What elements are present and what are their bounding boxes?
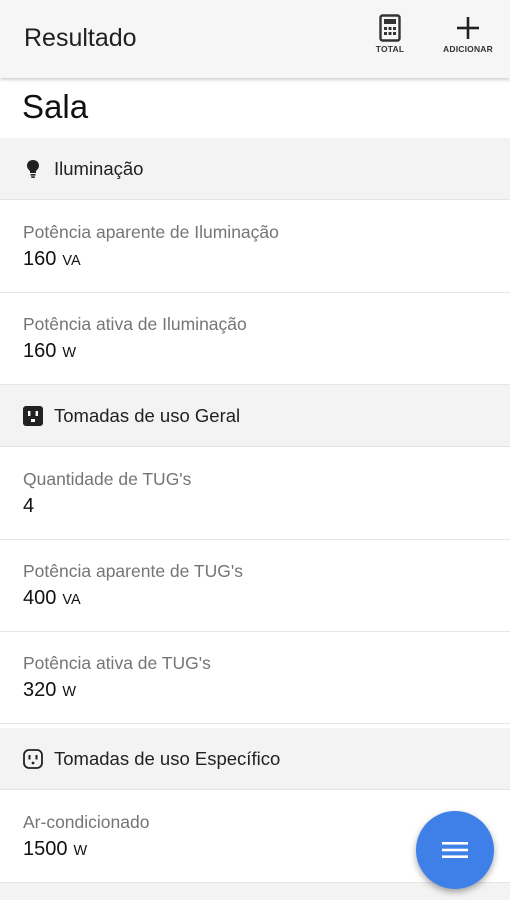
app-bar: Resultado TOTAL ADICIONAR (0, 0, 510, 78)
menu-fab-button[interactable] (416, 811, 494, 889)
list-item: Potência aparente de TUG's 400 VA (0, 540, 510, 632)
section-header-specific-outlets: Tomadas de uso Específico (0, 728, 510, 790)
result-content: Sala Iluminação Potência aparente de Ilu… (0, 78, 510, 900)
section-title: Tomadas de uso Específico (54, 747, 281, 769)
total-button[interactable]: TOTAL (370, 14, 410, 64)
item-unit: W (62, 345, 77, 361)
item-value: 320 W (23, 679, 77, 701)
list-item: Potência aparente de Iluminação 160 VA (0, 201, 510, 293)
item-value: 160 VA (23, 248, 81, 270)
item-unit: W (73, 843, 88, 859)
item-value: 160 W (23, 340, 77, 362)
item-value: 400 VA (23, 587, 81, 609)
item-label: Potência aparente de Iluminação (23, 222, 279, 242)
section-header-general-outlets: Tomadas de uso Geral (0, 385, 510, 447)
item-label: Quantidade de TUG's (23, 469, 192, 489)
item-unit: W (62, 684, 77, 700)
next-section-header (0, 883, 510, 900)
outlet-outline-icon (22, 748, 44, 770)
add-button[interactable]: ADICIONAR (436, 14, 500, 64)
item-label: Potência ativa de Iluminação (23, 314, 247, 334)
list-item: Potência ativa de Iluminação 160 W (0, 293, 510, 385)
add-button-label: ADICIONAR (443, 44, 493, 54)
section-title: Tomadas de uso Geral (54, 404, 241, 426)
item-value: 1500 W (23, 838, 88, 860)
item-unit: VA (62, 592, 81, 608)
item-label: Ar-condicionado (23, 812, 150, 832)
power-outlet-icon (22, 405, 44, 427)
list-item: Potência ativa de TUG's 320 W (0, 632, 510, 724)
section-title: Iluminação (54, 157, 144, 179)
total-button-label: TOTAL (375, 44, 405, 54)
calculator-icon (379, 14, 401, 42)
menu-icon (442, 842, 468, 858)
room-title: Sala (22, 88, 89, 125)
section-header-lighting: Iluminação (0, 138, 510, 200)
item-value: 4 (23, 495, 35, 517)
page-title: Resultado (24, 24, 137, 52)
list-item: Quantidade de TUG's 4 (0, 448, 510, 540)
item-unit: VA (62, 253, 81, 269)
item-label: Potência ativa de TUG's (23, 653, 211, 673)
lightbulb-icon (22, 158, 44, 180)
item-label: Potência aparente de TUG's (23, 561, 243, 581)
plus-icon (457, 17, 479, 39)
